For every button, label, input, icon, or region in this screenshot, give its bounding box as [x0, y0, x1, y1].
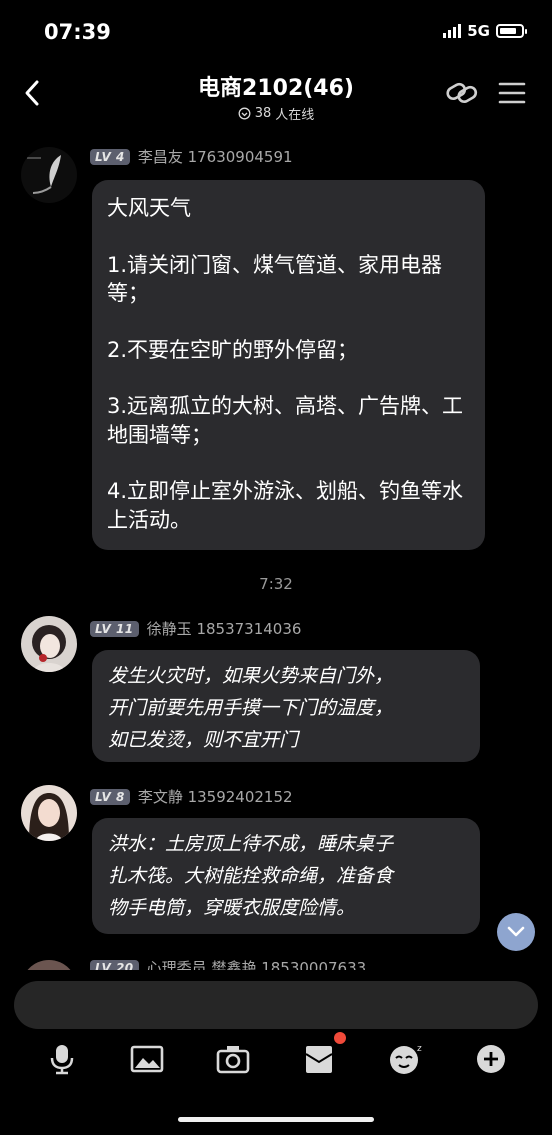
level-badge: LV 20	[90, 959, 139, 970]
message-meta: LV 8 李文静 13592402152	[90, 786, 293, 807]
message-line: 发生火灾时，如果火势来自门外，	[108, 665, 394, 687]
status-indicators: 5G	[443, 22, 527, 40]
svg-text:z: z	[417, 1044, 422, 1054]
chevron-down-icon	[507, 926, 525, 937]
message-line: 如已发烫，则不宜开门	[108, 729, 299, 751]
menu-icon	[498, 82, 526, 104]
network-label: 5G	[467, 22, 490, 40]
home-indicator[interactable]	[178, 1117, 374, 1122]
image-button[interactable]	[130, 1043, 164, 1075]
message-line: 扎木筏。大树能拴救命绳，准备食	[108, 865, 394, 887]
level-badge: LV 8	[90, 788, 130, 805]
image-icon	[130, 1045, 164, 1073]
message-paragraph: 大风天气	[107, 196, 191, 220]
group-link-button[interactable]	[445, 78, 479, 108]
message-meta: LV 4 李昌友 17630904591	[90, 146, 293, 167]
online-count: 38	[254, 106, 272, 121]
voice-button[interactable]	[45, 1043, 79, 1075]
message-line: 洪水：土房顶上待不成，睡床桌子	[108, 833, 394, 855]
camera-icon	[216, 1046, 250, 1074]
red-packet-button[interactable]	[302, 1032, 346, 1075]
message-input[interactable]	[14, 981, 538, 1029]
more-button[interactable]	[474, 1043, 508, 1075]
message-line: 物手电筒，穿暖衣服度险情。	[108, 897, 356, 919]
sender-name[interactable]: 徐静玉 18537314036	[147, 618, 302, 639]
message-paragraph: 3.远离孤立的大树、高塔、广告牌、工地围墙等；	[107, 394, 464, 447]
message-paragraph: 2.不要在空旷的野外停留；	[107, 337, 359, 362]
status-time: 07:39	[44, 20, 111, 44]
level-badge: LV 11	[90, 620, 139, 637]
message-paragraph: 4.立即停止室外游泳、划船、钓鱼等水上活动。	[107, 479, 464, 532]
signal-icon	[443, 24, 462, 38]
battery-icon	[496, 24, 527, 38]
message-meta: LV 20 心理委员 樊鑫艳 18530007633	[90, 957, 366, 970]
avatar[interactable]	[21, 616, 77, 672]
avatar[interactable]	[21, 147, 77, 203]
emoji-icon: z	[390, 1044, 422, 1074]
sender-name[interactable]: 李文静 13592402152	[138, 786, 293, 807]
online-suffix: 人在线	[275, 108, 315, 123]
red-packet-icon	[305, 1046, 333, 1073]
scroll-to-bottom-button[interactable]	[497, 913, 535, 951]
avatar[interactable]	[21, 960, 77, 970]
sender-name[interactable]: 心理委员 樊鑫艳 18530007633	[147, 957, 367, 970]
sender-name[interactable]: 李昌友 17630904591	[138, 146, 293, 167]
time-separator: 7:32	[259, 575, 293, 593]
level-badge: LV 4	[90, 148, 130, 165]
plus-icon	[477, 1045, 505, 1073]
emoji-button[interactable]: z	[388, 1043, 422, 1075]
avatar-feather-image	[27, 155, 61, 194]
link-icon	[446, 82, 478, 103]
message-meta: LV 11 徐静玉 18537314036	[90, 618, 301, 639]
message-line: 开门前要先用手摸一下门的温度，	[108, 697, 394, 719]
online-check-icon	[238, 107, 251, 120]
message-bubble[interactable]: 洪水：土房顶上待不成，睡床桌子 扎木筏。大树能拴救命绳，准备食 物手电筒，穿暖衣…	[92, 818, 480, 934]
message-bubble[interactable]: 发生火灾时，如果火势来自门外， 开门前要先用手摸一下门的温度， 如已发烫，则不宜…	[92, 650, 480, 762]
camera-button[interactable]	[216, 1043, 250, 1075]
message-bubble[interactable]: 大风天气 1.请关闭门窗、煤气管道、家用电器等； 2.不要在空旷的野外停留； 3…	[92, 180, 485, 550]
menu-button[interactable]	[497, 78, 531, 108]
message-paragraph: 1.请关闭门窗、煤气管道、家用电器等；	[107, 252, 443, 306]
avatar-girl-image	[32, 625, 66, 672]
microphone-icon	[50, 1045, 74, 1075]
notification-dot	[334, 1032, 346, 1044]
avatar-woman-image	[29, 793, 69, 841]
avatar[interactable]	[21, 785, 77, 841]
partial-message: LV 20 心理委员 樊鑫艳 18530007633	[0, 954, 552, 970]
